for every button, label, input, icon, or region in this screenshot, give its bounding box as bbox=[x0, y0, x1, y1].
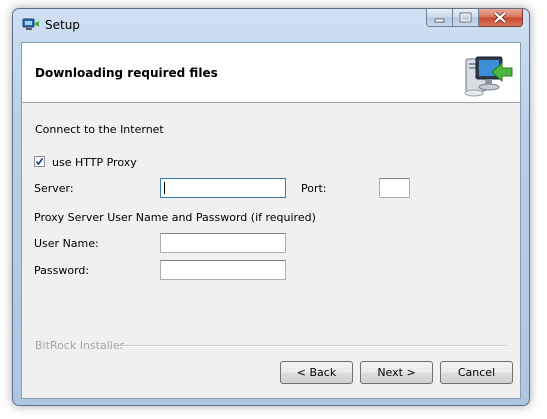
close-icon bbox=[493, 11, 507, 24]
window-title: Setup bbox=[45, 18, 80, 32]
minimize-icon bbox=[434, 18, 445, 23]
back-button[interactable]: < Back bbox=[280, 361, 353, 384]
username-label: User Name: bbox=[34, 237, 99, 250]
title-bar[interactable]: Setup bbox=[13, 9, 529, 43]
setup-window: Setup Downloading required files Connect… bbox=[12, 8, 530, 406]
text-caret bbox=[164, 182, 165, 194]
port-label: Port: bbox=[301, 182, 327, 195]
maximize-icon bbox=[459, 12, 472, 23]
server-input[interactable] bbox=[160, 178, 286, 198]
setup-computer-icon bbox=[22, 18, 39, 30]
password-input[interactable] bbox=[160, 260, 286, 280]
caption-buttons bbox=[426, 9, 523, 28]
footer-divider bbox=[119, 345, 506, 347]
client-area: Downloading required files Connect to th… bbox=[21, 42, 521, 399]
cancel-button[interactable]: Cancel bbox=[440, 361, 513, 384]
port-input[interactable] bbox=[379, 178, 410, 198]
download-computer-icon bbox=[464, 56, 513, 97]
server-label: Server: bbox=[34, 182, 74, 195]
brand-label: BitRock Installer bbox=[35, 339, 125, 352]
password-label: Password: bbox=[34, 264, 90, 277]
close-button[interactable] bbox=[479, 9, 523, 27]
checkmark-icon bbox=[35, 158, 44, 166]
header-panel: Downloading required files bbox=[22, 43, 520, 103]
minimize-button[interactable] bbox=[426, 9, 453, 27]
maximize-button[interactable] bbox=[453, 9, 479, 27]
username-input[interactable] bbox=[160, 233, 286, 253]
use-proxy-checkbox[interactable] bbox=[34, 156, 45, 167]
credentials-heading: Proxy Server User Name and Password (if … bbox=[34, 211, 316, 224]
connect-heading: Connect to the Internet bbox=[35, 123, 164, 136]
header-title: Downloading required files bbox=[35, 66, 218, 80]
next-button[interactable]: Next > bbox=[360, 361, 433, 384]
use-proxy-label[interactable]: use HTTP Proxy bbox=[52, 156, 137, 169]
